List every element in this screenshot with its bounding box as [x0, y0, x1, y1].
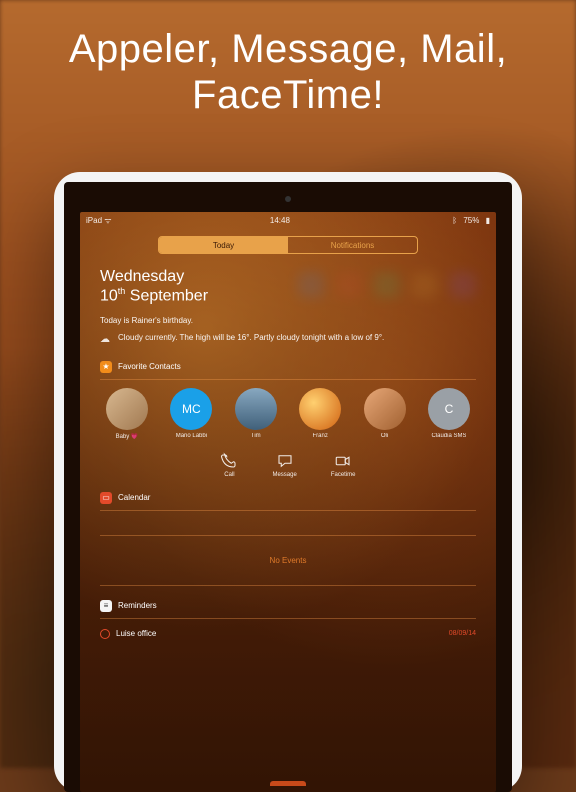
weather-text: Cloudy currently. The high will be 16°. … — [118, 333, 384, 347]
status-carrier: iPad — [86, 216, 102, 225]
reminder-item[interactable]: Luise office 08/09/14 — [100, 621, 476, 647]
date-ordinal: th — [118, 286, 126, 296]
contact-2[interactable]: Tim — [229, 388, 283, 440]
contact-0[interactable]: Baby 💗 — [100, 388, 154, 440]
widget-favorite-contacts: ★ Favorite Contacts Baby 💗 MC Mario Labbi T… — [100, 361, 476, 478]
contact-actions: Call Message Facetime — [100, 452, 476, 478]
cloud-icon: ☁ — [100, 333, 110, 347]
contact-3[interactable]: Franz — [293, 388, 347, 440]
grabber-handle[interactable] — [270, 781, 306, 786]
tab-notifications[interactable]: Notifications — [288, 237, 417, 253]
favorites-title: Favorite Contacts — [118, 362, 181, 371]
contact-name: Oli — [381, 433, 388, 439]
avatar — [299, 388, 341, 430]
promo-headline: Appeler, Message, Mail, FaceTime! — [0, 26, 576, 118]
facetime-button[interactable]: Facetime — [331, 452, 356, 478]
avatar: MC — [170, 388, 212, 430]
reminder-text: Luise office — [116, 629, 156, 638]
contact-name: Baby 💗 — [116, 433, 139, 440]
contact-5[interactable]: C Claudia SMS — [422, 388, 476, 440]
date-month: September — [130, 288, 208, 305]
blurred-homescreen-icons — [298, 272, 476, 298]
avatar — [235, 388, 277, 430]
status-battery: 75% — [463, 216, 479, 225]
video-icon — [334, 452, 352, 470]
battery-icon: ▮ — [486, 216, 490, 225]
contacts-row: Baby 💗 MC Mario Labbi Tim Franz Oli C Claudia S… — [100, 388, 476, 440]
favorites-icon: ★ — [100, 361, 112, 373]
contact-name: Mario Labbi — [176, 433, 207, 439]
status-time: 14:48 — [270, 216, 290, 225]
contact-name: Franz — [313, 433, 328, 439]
calendar-empty: No Events — [100, 538, 476, 583]
date-weekday: Wednesday — [100, 268, 184, 285]
divider — [100, 618, 476, 619]
front-camera — [285, 196, 291, 202]
reminder-due: 08/09/14 — [449, 630, 476, 637]
segmented-control[interactable]: Today Notifications — [158, 236, 418, 254]
tab-today[interactable]: Today — [159, 237, 288, 253]
headline-line2: FaceTime! — [192, 73, 384, 117]
avatar — [364, 388, 406, 430]
status-bar: iPad ᯤ 14:48 ᛒ 75% ▮ — [80, 212, 496, 228]
date-daynum: 10 — [100, 288, 118, 305]
contact-name: Claudia SMS — [431, 433, 466, 439]
tablet-frame: iPad ᯤ 14:48 ᛒ 75% ▮ Today Notifications… — [54, 172, 522, 792]
phone-icon — [220, 452, 238, 470]
notification-center-screen: iPad ᯤ 14:48 ᛒ 75% ▮ Today Notifications… — [80, 212, 496, 792]
call-label: Call — [224, 472, 234, 478]
reminders-icon: ≡ — [100, 600, 112, 612]
widget-calendar: ▭ Calendar No Events — [100, 492, 476, 586]
message-button[interactable]: Message — [272, 452, 296, 478]
message-icon — [276, 452, 294, 470]
bluetooth-icon: ᛒ — [452, 216, 457, 225]
facetime-label: Facetime — [331, 472, 356, 478]
weather-row: ☁ Cloudy currently. The high will be 16°… — [100, 333, 476, 347]
contact-name: Tim — [251, 433, 261, 439]
avatar — [106, 388, 148, 430]
calendar-icon: ▭ — [100, 492, 112, 504]
call-button[interactable]: Call — [220, 452, 238, 478]
divider — [100, 535, 476, 536]
message-label: Message — [272, 472, 296, 478]
headline-line1: Appeler, Message, Mail, — [69, 27, 507, 71]
calendar-title: Calendar — [118, 493, 150, 502]
today-summary: Today is Rainer's birthday. — [100, 316, 476, 325]
divider — [100, 379, 476, 380]
wifi-icon: ᯤ — [104, 216, 111, 225]
avatar: C — [428, 388, 470, 430]
tablet-bezel: iPad ᯤ 14:48 ᛒ 75% ▮ Today Notifications… — [64, 182, 512, 792]
contact-4[interactable]: Oli — [358, 388, 412, 440]
divider — [100, 585, 476, 586]
reminder-circle-icon[interactable] — [100, 629, 110, 639]
reminders-title: Reminders — [118, 601, 157, 610]
contact-1[interactable]: MC Mario Labbi — [164, 388, 218, 440]
widget-reminders: ≡ Reminders Luise office 08/09/14 — [100, 600, 476, 647]
divider — [100, 510, 476, 511]
